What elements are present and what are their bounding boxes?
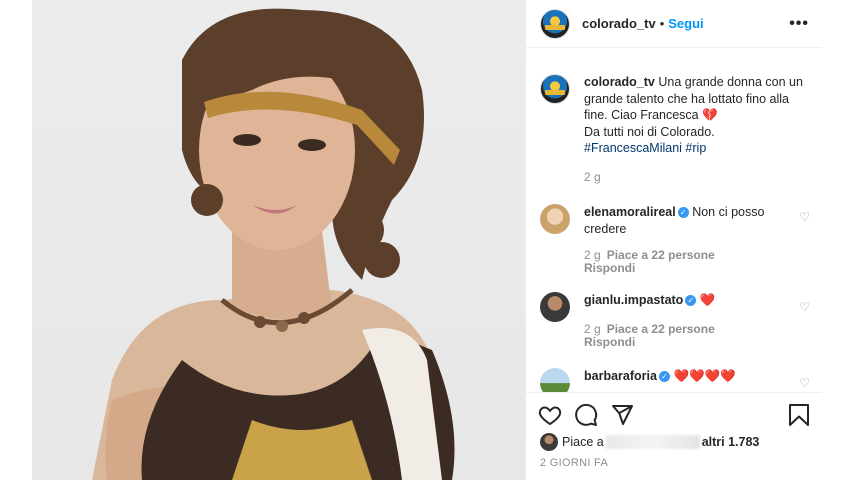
comment-username[interactable]: barbaraforia (584, 369, 657, 383)
header-username[interactable]: colorado_tv (582, 16, 656, 31)
comment-text: elenamoralireal ✓ Non ci posso credere (584, 204, 804, 237)
heart-icon[interactable]: ♡ (799, 210, 810, 224)
comment-text: barbaraforia ✓ ❤️❤️❤️❤️ (584, 368, 804, 385)
post-date: 2 GIORNI FA (540, 457, 609, 469)
comment-likes[interactable]: Piace a 22 persone (607, 248, 715, 262)
post-photo (32, 0, 525, 480)
avatar[interactable] (540, 8, 570, 39)
comment-body: ❤️❤️❤️❤️ (673, 369, 736, 383)
blurred-username (605, 435, 700, 449)
avatar (540, 433, 558, 451)
hashtag-links[interactable]: #FrancescaMilani #rip (584, 141, 706, 155)
reply-button[interactable]: Rispondi (584, 335, 635, 349)
comment-meta: 2 g Piace a 22 persone (584, 248, 715, 262)
heart-icon[interactable] (538, 403, 562, 432)
likes-count[interactable]: altri 1.783 (702, 435, 760, 449)
more-horizontal-icon[interactable]: ••• (789, 15, 809, 33)
heart-icon[interactable]: ♡ (799, 376, 810, 390)
avatar[interactable] (540, 292, 570, 322)
likes-prefix: Piace a (562, 435, 604, 449)
comment-username[interactable]: gianlu.impastato (584, 293, 683, 307)
heart-icon[interactable]: ♡ (799, 300, 810, 314)
comment-username[interactable]: elenamoralireal (584, 205, 676, 219)
comment-body: ❤️ (699, 293, 716, 307)
caption-text: colorado_tv Una grande donna con un gran… (584, 74, 804, 157)
reply-button[interactable]: Rispondi (584, 261, 635, 275)
post-header: colorado_tv • Segui ••• (526, 0, 823, 48)
follow-button[interactable]: Segui (668, 16, 703, 31)
bookmark-icon[interactable] (788, 403, 810, 432)
verified-icon: ✓ (658, 371, 670, 382)
verified-icon: ✓ (685, 295, 697, 306)
caption-time: 2 g (584, 170, 601, 184)
comment-text: gianlu.impastato ✓ ❤️ (584, 292, 804, 309)
comments-list[interactable]: colorado_tv Una grande donna con un gran… (526, 60, 823, 392)
comment-time: 2 g (584, 322, 601, 336)
page-gutter (822, 0, 854, 480)
comment-likes[interactable]: Piace a 22 persone (607, 322, 715, 336)
comment-icon[interactable] (574, 403, 598, 432)
post-sidebar: colorado_tv • Segui ••• colorado_tv Una … (525, 0, 823, 480)
caption-line2: Da tutti noi di Colorado. (584, 124, 715, 139)
caption-username[interactable]: colorado_tv (584, 75, 655, 89)
portrait-illustration (92, 8, 455, 480)
avatar[interactable] (540, 368, 570, 392)
verified-icon: ✓ (677, 207, 689, 218)
broken-heart-emoji: 💔 (702, 108, 718, 122)
comment-meta: 2 g Piace a 22 persone (584, 322, 715, 336)
share-icon[interactable] (610, 403, 634, 432)
separator-dot: • (659, 16, 665, 31)
avatar[interactable] (540, 204, 570, 234)
avatar[interactable] (540, 74, 570, 104)
comment-time: 2 g (584, 248, 601, 262)
likes-summary[interactable]: Piace a altri 1.783 (540, 432, 759, 452)
